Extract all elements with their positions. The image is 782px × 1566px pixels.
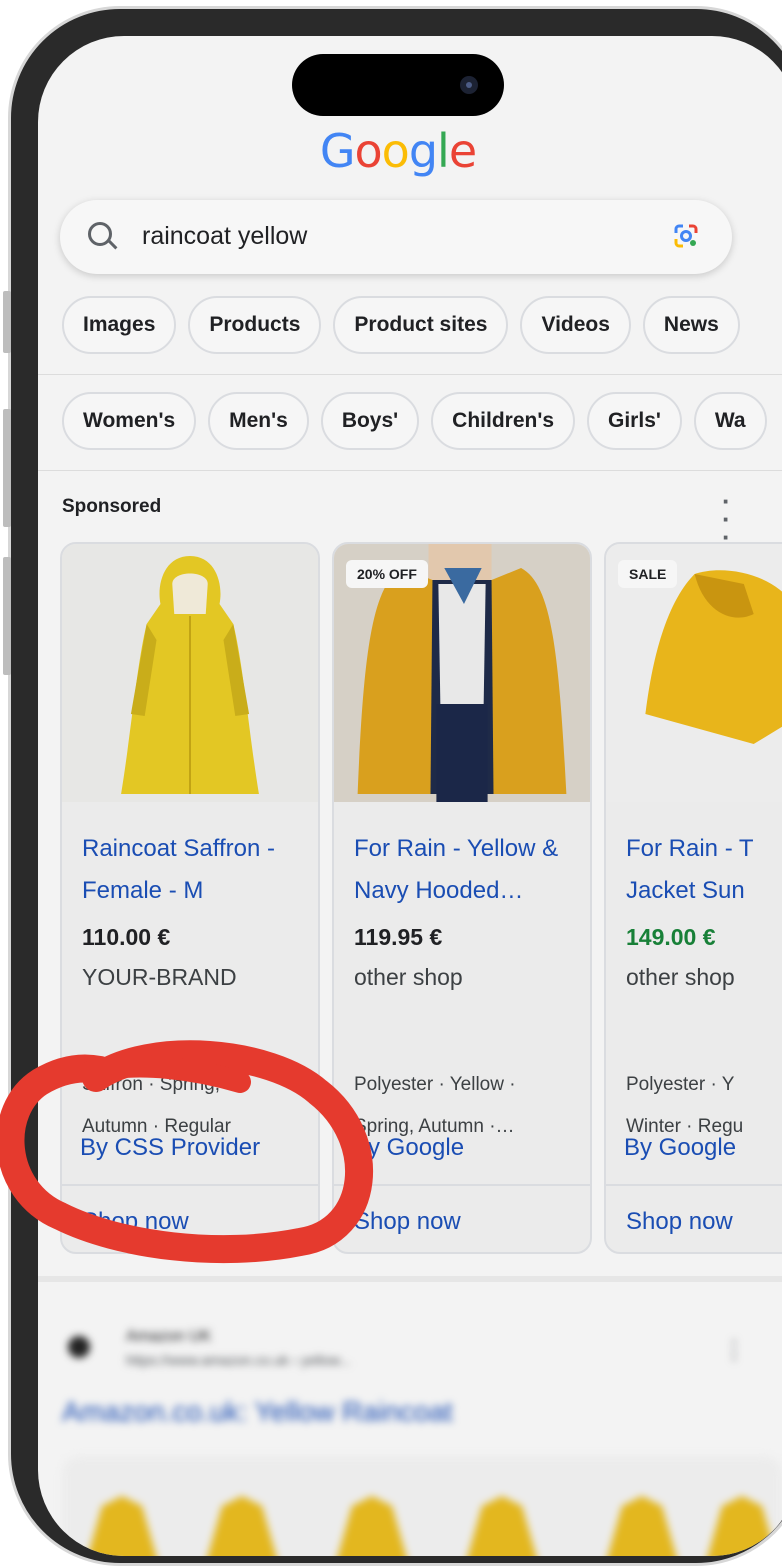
product-price: 110.00 €: [82, 924, 171, 950]
filter-girls[interactable]: Girls': [587, 392, 682, 450]
search-input[interactable]: raincoat yellow: [142, 222, 307, 251]
filter-mens[interactable]: Men's: [208, 392, 309, 450]
card-divider: [334, 1184, 590, 1186]
product-price: 119.95 €: [354, 924, 443, 950]
result-site-name: Amazon UK: [126, 1328, 212, 1345]
phone-volume-down-button: [3, 557, 11, 675]
result-url: https://www.amazon.co.uk › yellow...: [126, 1352, 351, 1368]
result-title-link[interactable]: Amazon.co.uk: Yellow Raincoat: [62, 1396, 453, 1428]
attribute-line: Saffron · Spring,: [82, 1074, 221, 1095]
phone-screen: Google raincoat yellow Images Products P…: [38, 36, 782, 1556]
attribute-line: Polyester · Y: [626, 1074, 735, 1095]
search-tabs: Images Products Product sites Videos New…: [62, 296, 740, 354]
logo-letter: e: [448, 124, 477, 178]
tab-product-sites[interactable]: Product sites: [333, 296, 509, 354]
result-image-strip[interactable]: [62, 1456, 782, 1556]
divider: [38, 374, 782, 375]
tab-videos[interactable]: Videos: [520, 296, 631, 354]
product-card[interactable]: 20% OFF For Rain - Yellow & Navy Hooded……: [332, 542, 592, 1254]
shop-now-button[interactable]: Shop now: [626, 1208, 733, 1236]
by-provider-link[interactable]: By CSS Provider: [80, 1134, 260, 1162]
sponsored-label: Sponsored: [62, 496, 162, 517]
product-card[interactable]: Raincoat Saffron - Female - M 110.00 € Y…: [60, 542, 320, 1254]
attribute-line: Polyester · Yellow ·: [354, 1074, 516, 1095]
camera-lens: [460, 76, 478, 94]
tab-products[interactable]: Products: [188, 296, 322, 354]
amazon-favicon-icon: [68, 1336, 90, 1358]
card-divider: [62, 1184, 318, 1186]
more-vert-icon[interactable]: · · ·: [722, 488, 731, 550]
discount-badge: 20% OFF: [346, 560, 428, 588]
product-title[interactable]: Raincoat Saffron - Female - M: [82, 828, 318, 912]
dynamic-island: [292, 54, 504, 116]
shop-now-button[interactable]: Shop now: [354, 1208, 461, 1236]
logo-letter: l: [437, 124, 450, 178]
phone-side-button: [3, 291, 11, 353]
sale-badge: SALE: [618, 560, 678, 588]
by-provider-link[interactable]: By Google: [624, 1134, 736, 1162]
logo-letter: g: [408, 124, 438, 178]
divider: [38, 470, 782, 471]
search-bar[interactable]: raincoat yellow: [60, 200, 732, 274]
product-shop: YOUR-BRAND: [82, 964, 237, 990]
google-lens-icon[interactable]: [670, 220, 702, 252]
tab-images[interactable]: Images: [62, 296, 177, 354]
product-image[interactable]: [62, 544, 318, 802]
product-title[interactable]: For Rain - Yellow & Navy Hooded…: [354, 828, 590, 912]
filter-boys[interactable]: Boys': [320, 392, 420, 450]
logo-letter: o: [381, 124, 410, 178]
tab-news[interactable]: News: [642, 296, 740, 354]
google-logo[interactable]: Google: [38, 124, 758, 178]
filter-womens[interactable]: Women's: [62, 392, 197, 450]
filter-childrens[interactable]: Children's: [431, 392, 576, 450]
result-images: [87, 1496, 777, 1556]
logo-letter: o: [354, 124, 383, 178]
card-divider: [606, 1184, 782, 1186]
more-vert-icon[interactable]: ⋮: [722, 1336, 746, 1365]
shop-now-button[interactable]: Shop now: [82, 1208, 189, 1236]
search-icon[interactable]: [88, 222, 112, 246]
filter-chips: Women's Men's Boys' Children's Girls' Wa: [62, 392, 767, 450]
phone-volume-up-button: [3, 409, 11, 527]
product-card[interactable]: SALE For Rain - T Jacket Sun 149.00 € ot…: [604, 542, 782, 1254]
product-price: 149.00 €: [626, 924, 716, 950]
filter-wa[interactable]: Wa: [693, 392, 767, 450]
product-title[interactable]: For Rain - T Jacket Sun: [626, 828, 756, 912]
by-provider-link[interactable]: By Google: [352, 1134, 464, 1162]
product-shop: other shop: [354, 964, 463, 990]
organic-result[interactable]: Amazon UK https://www.amazon.co.uk › yel…: [38, 1276, 782, 1556]
logo-letter: G: [319, 124, 356, 178]
product-shop: other shop: [626, 964, 735, 990]
